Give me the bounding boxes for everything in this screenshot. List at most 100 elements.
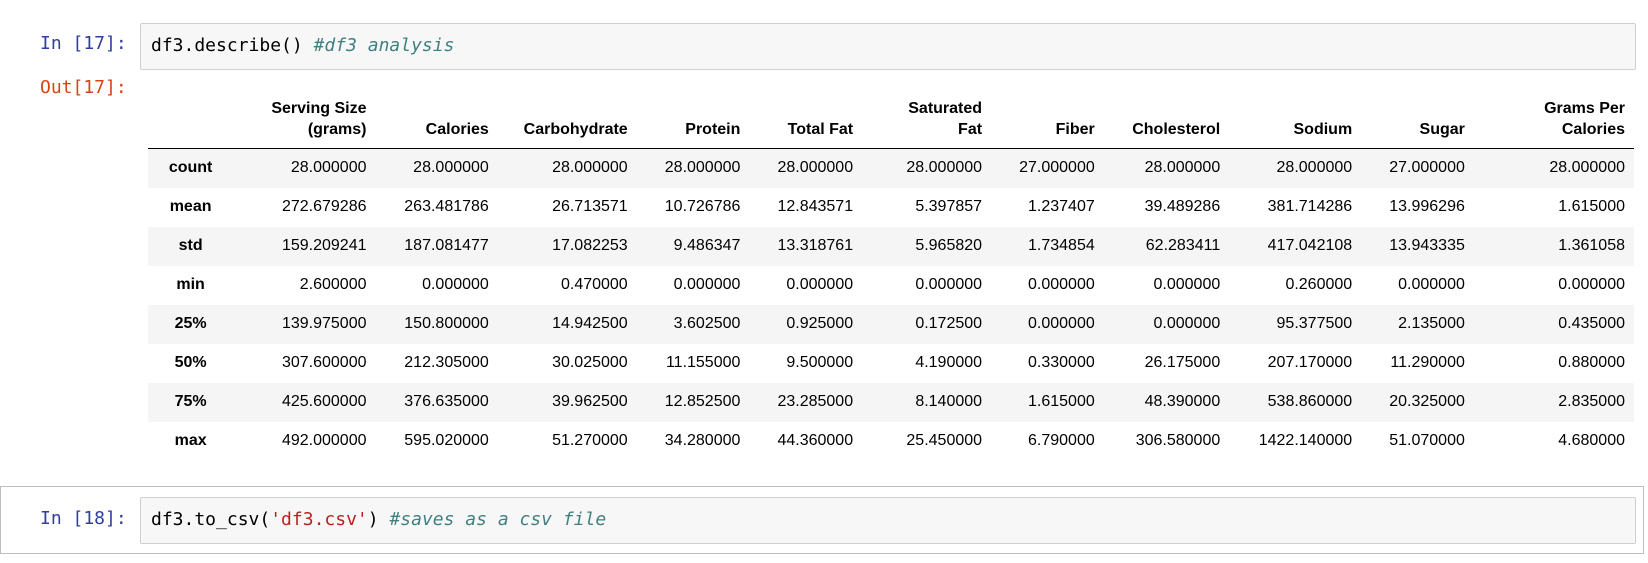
table-cell: 212.305000: [404, 354, 489, 371]
table-cell: 10.726786: [664, 198, 741, 215]
table-cell: 25.450000: [906, 432, 983, 449]
table-row: 50% 307.600000 212.305000 30.025000 11.15500…: [148, 344, 1634, 383]
table-cell: 48.390000: [1144, 393, 1221, 410]
code-input-18[interactable]: df3.to_csv('df3.csv') #saves as a csv fi…: [140, 497, 1636, 544]
table-cell: 28.000000: [1549, 159, 1625, 177]
table-cell: 9.500000: [786, 354, 854, 371]
table-cell: 34.280000: [664, 432, 741, 449]
table-cell: 17.082253: [552, 237, 628, 254]
table-cell: 376.635000: [404, 393, 489, 410]
table-cell: 1422.140000: [1258, 432, 1353, 449]
table-cell: 13.996296: [1389, 198, 1465, 215]
table-cell: 11.155000: [665, 354, 741, 371]
table-row: std 159.209241 187.081477 17.082253 9.486347…: [148, 226, 1634, 266]
row-label: count: [168, 159, 213, 177]
row-label: std: [178, 237, 203, 254]
column-header: Fiber: [991, 98, 1104, 149]
table-cell: 27.000000: [1389, 159, 1465, 177]
table-cell: 6.790000: [1028, 432, 1095, 449]
table-cell: 20.325000: [1389, 393, 1465, 410]
table-cell: 28.000000: [906, 159, 983, 177]
table-cell: 492.000000: [281, 432, 367, 449]
table-cell: 28.000000: [664, 159, 741, 177]
table-cell: 51.270000: [552, 432, 628, 449]
table-cell: 0.435000: [1558, 315, 1625, 332]
table-cell: 3.602500: [673, 315, 741, 332]
table-cell: 28.000000: [777, 159, 854, 177]
table-cell: 1.237407: [1028, 198, 1095, 215]
table-cell: 28.000000: [1144, 159, 1221, 177]
table-cell: 28.000000: [290, 159, 367, 177]
table-cell: 8.140000: [915, 393, 983, 410]
table-cell: 2.835000: [1558, 393, 1625, 410]
table-row: 75% 425.600000 376.635000 39.962500 12.85250…: [148, 382, 1634, 422]
column-header: Grams Per Calories: [1473, 98, 1634, 149]
table-cell: 39.962500: [552, 393, 628, 410]
table-cell: 272.679286: [281, 198, 367, 215]
table-cell: 0.260000: [1285, 276, 1353, 293]
table-cell: 11.290000: [1390, 354, 1465, 371]
table-cell: 417.042108: [1267, 237, 1353, 254]
table-cell: 4.190000: [915, 354, 983, 371]
column-header: Cholesterol: [1103, 98, 1230, 149]
column-header: Sodium: [1229, 98, 1362, 149]
table-cell: 0.000000: [1558, 276, 1625, 293]
table-cell: 207.170000: [1267, 354, 1353, 371]
table-cell: 13.318761: [777, 237, 854, 254]
table-cell: 187.081477: [404, 237, 489, 254]
table-cell: 0.330000: [1028, 354, 1095, 371]
column-header: Carbohydrate: [497, 98, 637, 149]
table-cell: 425.600000: [281, 393, 367, 410]
table-cell: 2.600000: [299, 276, 367, 293]
table-cell: 26.175000: [1144, 354, 1221, 371]
table-cell: 0.000000: [1028, 276, 1095, 293]
code-input-17[interactable]: df3.describe() #df3 analysis: [140, 23, 1636, 70]
table-cell: 0.925000: [786, 315, 854, 332]
table-cell: 44.360000: [777, 432, 854, 449]
table-cell: 381.714286: [1267, 198, 1353, 215]
table-cell: 0.000000: [786, 276, 854, 293]
table-cell: 5.397857: [915, 198, 983, 215]
row-label: 50%: [174, 354, 207, 371]
table-cell: 1.734854: [1028, 237, 1095, 254]
table-cell: 39.489286: [1144, 198, 1221, 215]
table-cell: 0.000000: [1153, 315, 1221, 332]
table-cell: 0.000000: [422, 276, 489, 293]
table-cell: 28.000000: [1276, 159, 1353, 177]
index-header: [148, 98, 234, 149]
table-row: min 2.600000 0.000000 0.470000 0.000000 0.000…: [148, 266, 1634, 305]
table-cell: 1.615000: [1558, 198, 1625, 215]
table-cell: 2.135000: [1398, 315, 1465, 332]
table-cell: 9.486347: [673, 237, 741, 254]
column-header: Calories: [375, 98, 498, 149]
table-row: max 492.000000 595.020000 51.270000 34.28000…: [148, 422, 1634, 461]
table-cell: 307.600000: [281, 354, 367, 371]
table-cell: 95.377500: [1276, 315, 1353, 332]
code-comment: #df3 analysis: [313, 35, 455, 56]
table-cell: 0.000000: [915, 276, 983, 293]
column-header: Total Fat: [749, 98, 863, 149]
table-cell: 306.580000: [1135, 432, 1221, 449]
table-cell: 0.000000: [673, 276, 741, 293]
table-header-row: Serving Size (grams) Calories Carbohydrate…: [148, 98, 1634, 149]
column-header: Sugar: [1361, 98, 1474, 149]
code-call: df3.to_csv(: [151, 509, 271, 530]
table-cell: 14.942500: [552, 315, 628, 332]
column-header: Saturated Fat: [862, 98, 992, 149]
table-cell: 0.880000: [1558, 354, 1625, 371]
table-cell: 28.000000: [413, 159, 489, 177]
code-comment: #saves as a csv file: [389, 509, 607, 530]
code-call: df3.describe(): [151, 35, 303, 56]
row-label: mean: [169, 198, 212, 215]
table-row: mean 272.679286 263.481786 26.713571 10.7267…: [148, 188, 1634, 227]
table-cell: 263.481786: [404, 198, 489, 215]
table-cell: 538.860000: [1267, 393, 1353, 410]
row-label: 75%: [174, 393, 207, 410]
table-cell: 26.713571: [552, 198, 628, 215]
table-cell: 0.000000: [1398, 276, 1465, 293]
table-row: 25% 139.975000 150.800000 14.942500 3.602500…: [148, 304, 1634, 344]
table-cell: 13.943335: [1389, 237, 1465, 254]
table-cell: 0.000000: [1153, 276, 1221, 293]
table-cell: 28.000000: [552, 159, 628, 177]
table-cell: 62.283411: [1145, 237, 1221, 254]
